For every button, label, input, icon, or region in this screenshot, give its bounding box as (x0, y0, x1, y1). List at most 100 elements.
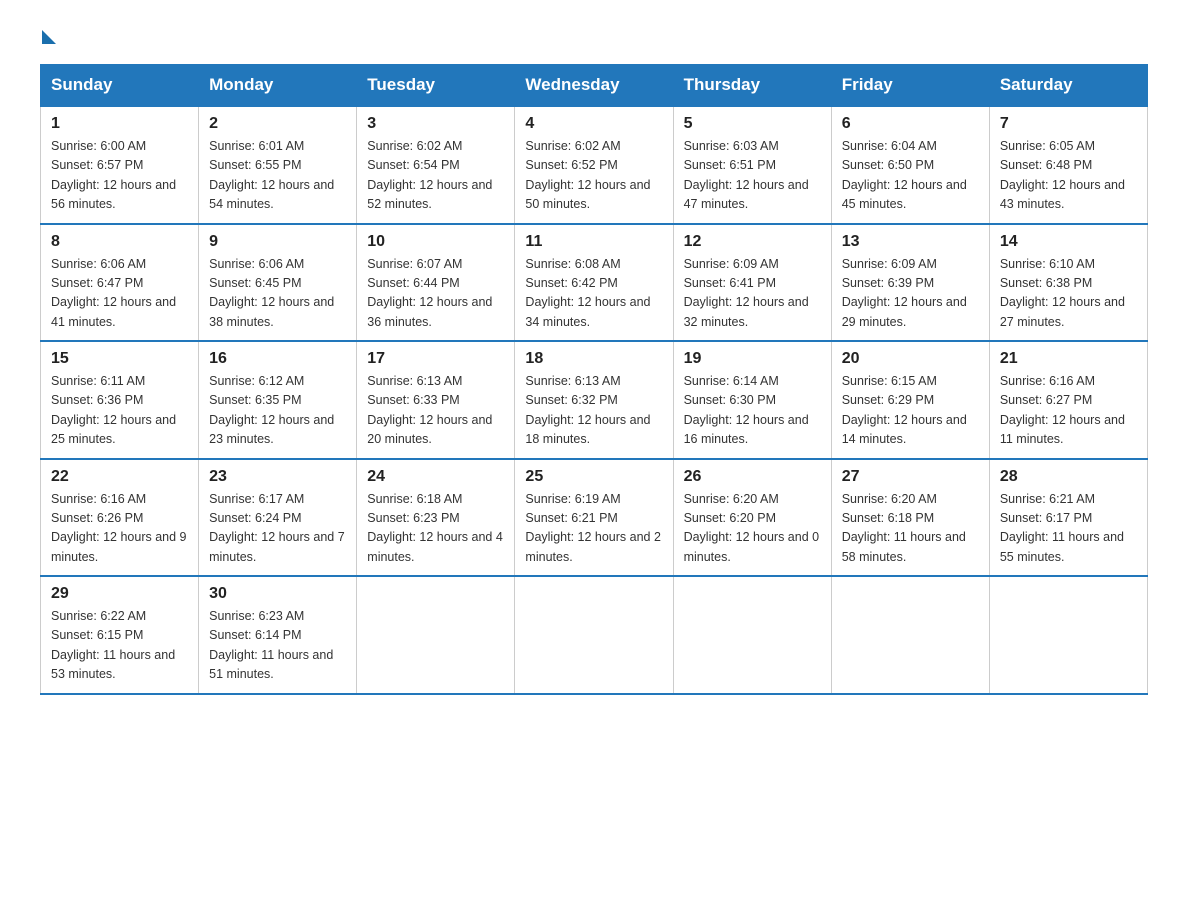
calendar-cell: 28 Sunrise: 6:21 AMSunset: 6:17 PMDaylig… (989, 459, 1147, 577)
calendar-cell (831, 576, 989, 694)
weekday-header-thursday: Thursday (673, 65, 831, 107)
day-info: Sunrise: 6:01 AMSunset: 6:55 PMDaylight:… (209, 137, 346, 215)
day-info: Sunrise: 6:09 AMSunset: 6:39 PMDaylight:… (842, 255, 979, 333)
day-info: Sunrise: 6:19 AMSunset: 6:21 PMDaylight:… (525, 490, 662, 568)
day-info: Sunrise: 6:20 AMSunset: 6:20 PMDaylight:… (684, 490, 821, 568)
calendar-cell: 12 Sunrise: 6:09 AMSunset: 6:41 PMDaylig… (673, 224, 831, 342)
day-number: 11 (525, 233, 662, 251)
weekday-header-friday: Friday (831, 65, 989, 107)
calendar-cell: 14 Sunrise: 6:10 AMSunset: 6:38 PMDaylig… (989, 224, 1147, 342)
calendar-cell: 29 Sunrise: 6:22 AMSunset: 6:15 PMDaylig… (41, 576, 199, 694)
day-info: Sunrise: 6:14 AMSunset: 6:30 PMDaylight:… (684, 372, 821, 450)
day-info: Sunrise: 6:03 AMSunset: 6:51 PMDaylight:… (684, 137, 821, 215)
day-number: 2 (209, 115, 346, 133)
calendar-week-row: 1 Sunrise: 6:00 AMSunset: 6:57 PMDayligh… (41, 106, 1148, 224)
day-info: Sunrise: 6:17 AMSunset: 6:24 PMDaylight:… (209, 490, 346, 568)
day-number: 9 (209, 233, 346, 251)
day-number: 6 (842, 115, 979, 133)
calendar-cell: 2 Sunrise: 6:01 AMSunset: 6:55 PMDayligh… (199, 106, 357, 224)
day-info: Sunrise: 6:21 AMSunset: 6:17 PMDaylight:… (1000, 490, 1137, 568)
day-info: Sunrise: 6:00 AMSunset: 6:57 PMDaylight:… (51, 137, 188, 215)
calendar-cell: 24 Sunrise: 6:18 AMSunset: 6:23 PMDaylig… (357, 459, 515, 577)
calendar-cell: 5 Sunrise: 6:03 AMSunset: 6:51 PMDayligh… (673, 106, 831, 224)
calendar-cell: 26 Sunrise: 6:20 AMSunset: 6:20 PMDaylig… (673, 459, 831, 577)
calendar-cell: 10 Sunrise: 6:07 AMSunset: 6:44 PMDaylig… (357, 224, 515, 342)
calendar-cell: 21 Sunrise: 6:16 AMSunset: 6:27 PMDaylig… (989, 341, 1147, 459)
day-number: 13 (842, 233, 979, 251)
day-info: Sunrise: 6:13 AMSunset: 6:33 PMDaylight:… (367, 372, 504, 450)
weekday-header-monday: Monday (199, 65, 357, 107)
logo (40, 30, 56, 50)
day-number: 24 (367, 468, 504, 486)
calendar-cell: 13 Sunrise: 6:09 AMSunset: 6:39 PMDaylig… (831, 224, 989, 342)
day-number: 23 (209, 468, 346, 486)
day-number: 29 (51, 585, 188, 603)
calendar-cell: 25 Sunrise: 6:19 AMSunset: 6:21 PMDaylig… (515, 459, 673, 577)
day-number: 19 (684, 350, 821, 368)
day-number: 28 (1000, 468, 1137, 486)
calendar-week-row: 22 Sunrise: 6:16 AMSunset: 6:26 PMDaylig… (41, 459, 1148, 577)
day-info: Sunrise: 6:02 AMSunset: 6:54 PMDaylight:… (367, 137, 504, 215)
day-info: Sunrise: 6:11 AMSunset: 6:36 PMDaylight:… (51, 372, 188, 450)
weekday-header-saturday: Saturday (989, 65, 1147, 107)
day-number: 17 (367, 350, 504, 368)
calendar-cell: 15 Sunrise: 6:11 AMSunset: 6:36 PMDaylig… (41, 341, 199, 459)
calendar-cell: 9 Sunrise: 6:06 AMSunset: 6:45 PMDayligh… (199, 224, 357, 342)
day-info: Sunrise: 6:05 AMSunset: 6:48 PMDaylight:… (1000, 137, 1137, 215)
day-number: 1 (51, 115, 188, 133)
calendar-table: SundayMondayTuesdayWednesdayThursdayFrid… (40, 64, 1148, 695)
calendar-cell: 20 Sunrise: 6:15 AMSunset: 6:29 PMDaylig… (831, 341, 989, 459)
day-info: Sunrise: 6:15 AMSunset: 6:29 PMDaylight:… (842, 372, 979, 450)
day-info: Sunrise: 6:20 AMSunset: 6:18 PMDaylight:… (842, 490, 979, 568)
page-header (40, 30, 1148, 50)
calendar-cell: 6 Sunrise: 6:04 AMSunset: 6:50 PMDayligh… (831, 106, 989, 224)
day-number: 10 (367, 233, 504, 251)
day-info: Sunrise: 6:10 AMSunset: 6:38 PMDaylight:… (1000, 255, 1137, 333)
day-info: Sunrise: 6:08 AMSunset: 6:42 PMDaylight:… (525, 255, 662, 333)
calendar-cell (515, 576, 673, 694)
calendar-cell: 23 Sunrise: 6:17 AMSunset: 6:24 PMDaylig… (199, 459, 357, 577)
calendar-cell: 17 Sunrise: 6:13 AMSunset: 6:33 PMDaylig… (357, 341, 515, 459)
day-number: 20 (842, 350, 979, 368)
calendar-cell: 7 Sunrise: 6:05 AMSunset: 6:48 PMDayligh… (989, 106, 1147, 224)
day-number: 14 (1000, 233, 1137, 251)
calendar-header-row: SundayMondayTuesdayWednesdayThursdayFrid… (41, 65, 1148, 107)
day-number: 5 (684, 115, 821, 133)
day-info: Sunrise: 6:06 AMSunset: 6:45 PMDaylight:… (209, 255, 346, 333)
calendar-cell: 3 Sunrise: 6:02 AMSunset: 6:54 PMDayligh… (357, 106, 515, 224)
calendar-cell: 27 Sunrise: 6:20 AMSunset: 6:18 PMDaylig… (831, 459, 989, 577)
calendar-week-row: 15 Sunrise: 6:11 AMSunset: 6:36 PMDaylig… (41, 341, 1148, 459)
calendar-cell: 18 Sunrise: 6:13 AMSunset: 6:32 PMDaylig… (515, 341, 673, 459)
day-info: Sunrise: 6:04 AMSunset: 6:50 PMDaylight:… (842, 137, 979, 215)
day-info: Sunrise: 6:02 AMSunset: 6:52 PMDaylight:… (525, 137, 662, 215)
day-number: 21 (1000, 350, 1137, 368)
day-number: 4 (525, 115, 662, 133)
day-info: Sunrise: 6:06 AMSunset: 6:47 PMDaylight:… (51, 255, 188, 333)
calendar-week-row: 8 Sunrise: 6:06 AMSunset: 6:47 PMDayligh… (41, 224, 1148, 342)
weekday-header-tuesday: Tuesday (357, 65, 515, 107)
calendar-cell (357, 576, 515, 694)
calendar-cell: 8 Sunrise: 6:06 AMSunset: 6:47 PMDayligh… (41, 224, 199, 342)
day-info: Sunrise: 6:22 AMSunset: 6:15 PMDaylight:… (51, 607, 188, 685)
day-number: 26 (684, 468, 821, 486)
day-info: Sunrise: 6:12 AMSunset: 6:35 PMDaylight:… (209, 372, 346, 450)
day-info: Sunrise: 6:13 AMSunset: 6:32 PMDaylight:… (525, 372, 662, 450)
day-number: 22 (51, 468, 188, 486)
calendar-cell: 16 Sunrise: 6:12 AMSunset: 6:35 PMDaylig… (199, 341, 357, 459)
day-number: 16 (209, 350, 346, 368)
day-number: 7 (1000, 115, 1137, 133)
logo-triangle-icon (42, 30, 56, 44)
day-info: Sunrise: 6:23 AMSunset: 6:14 PMDaylight:… (209, 607, 346, 685)
calendar-cell: 4 Sunrise: 6:02 AMSunset: 6:52 PMDayligh… (515, 106, 673, 224)
weekday-header-sunday: Sunday (41, 65, 199, 107)
day-info: Sunrise: 6:18 AMSunset: 6:23 PMDaylight:… (367, 490, 504, 568)
day-number: 30 (209, 585, 346, 603)
calendar-week-row: 29 Sunrise: 6:22 AMSunset: 6:15 PMDaylig… (41, 576, 1148, 694)
calendar-cell: 22 Sunrise: 6:16 AMSunset: 6:26 PMDaylig… (41, 459, 199, 577)
day-number: 15 (51, 350, 188, 368)
logo-blue-part (40, 30, 56, 50)
day-number: 27 (842, 468, 979, 486)
calendar-cell: 1 Sunrise: 6:00 AMSunset: 6:57 PMDayligh… (41, 106, 199, 224)
calendar-cell (673, 576, 831, 694)
day-number: 3 (367, 115, 504, 133)
